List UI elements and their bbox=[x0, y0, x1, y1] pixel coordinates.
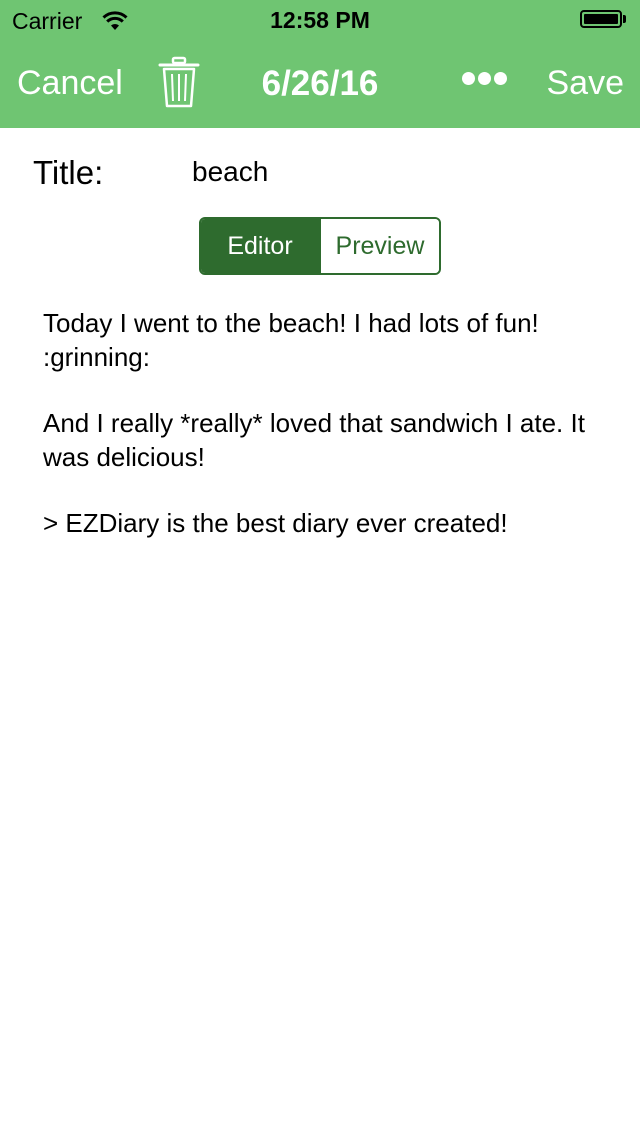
editor-preview-segmented-control: Editor Preview bbox=[199, 217, 441, 275]
title-input[interactable] bbox=[192, 150, 612, 194]
editor-paragraph: And I really *really* loved that sandwic… bbox=[43, 408, 585, 472]
save-button[interactable]: Save bbox=[547, 64, 625, 103]
status-time: 12:58 PM bbox=[270, 7, 370, 33]
editor-paragraph: > EZDiary is the best diary ever created… bbox=[43, 508, 508, 538]
status-bar: Carrier 12:58 PM bbox=[0, 0, 640, 40]
segment-preview[interactable]: Preview bbox=[319, 219, 439, 273]
nav-title-date: 6/26/16 bbox=[261, 64, 379, 103]
diary-editor-text-area[interactable]: Today I went to the beach! I had lots of… bbox=[43, 306, 603, 572]
trash-icon[interactable] bbox=[158, 56, 200, 110]
more-dots-icon[interactable] bbox=[462, 72, 512, 92]
navigation-bar: Cancel 6/26/16 Save bbox=[0, 40, 640, 128]
segment-editor[interactable]: Editor bbox=[201, 219, 319, 273]
cancel-button[interactable]: Cancel bbox=[17, 64, 123, 103]
top-bar: Carrier 12:58 PM Cancel 6/26/16 Save bbox=[0, 0, 640, 128]
editor-paragraph: Today I went to the beach! I had lots of… bbox=[43, 308, 539, 372]
battery-icon bbox=[580, 10, 628, 30]
title-label: Title: bbox=[33, 154, 104, 191]
